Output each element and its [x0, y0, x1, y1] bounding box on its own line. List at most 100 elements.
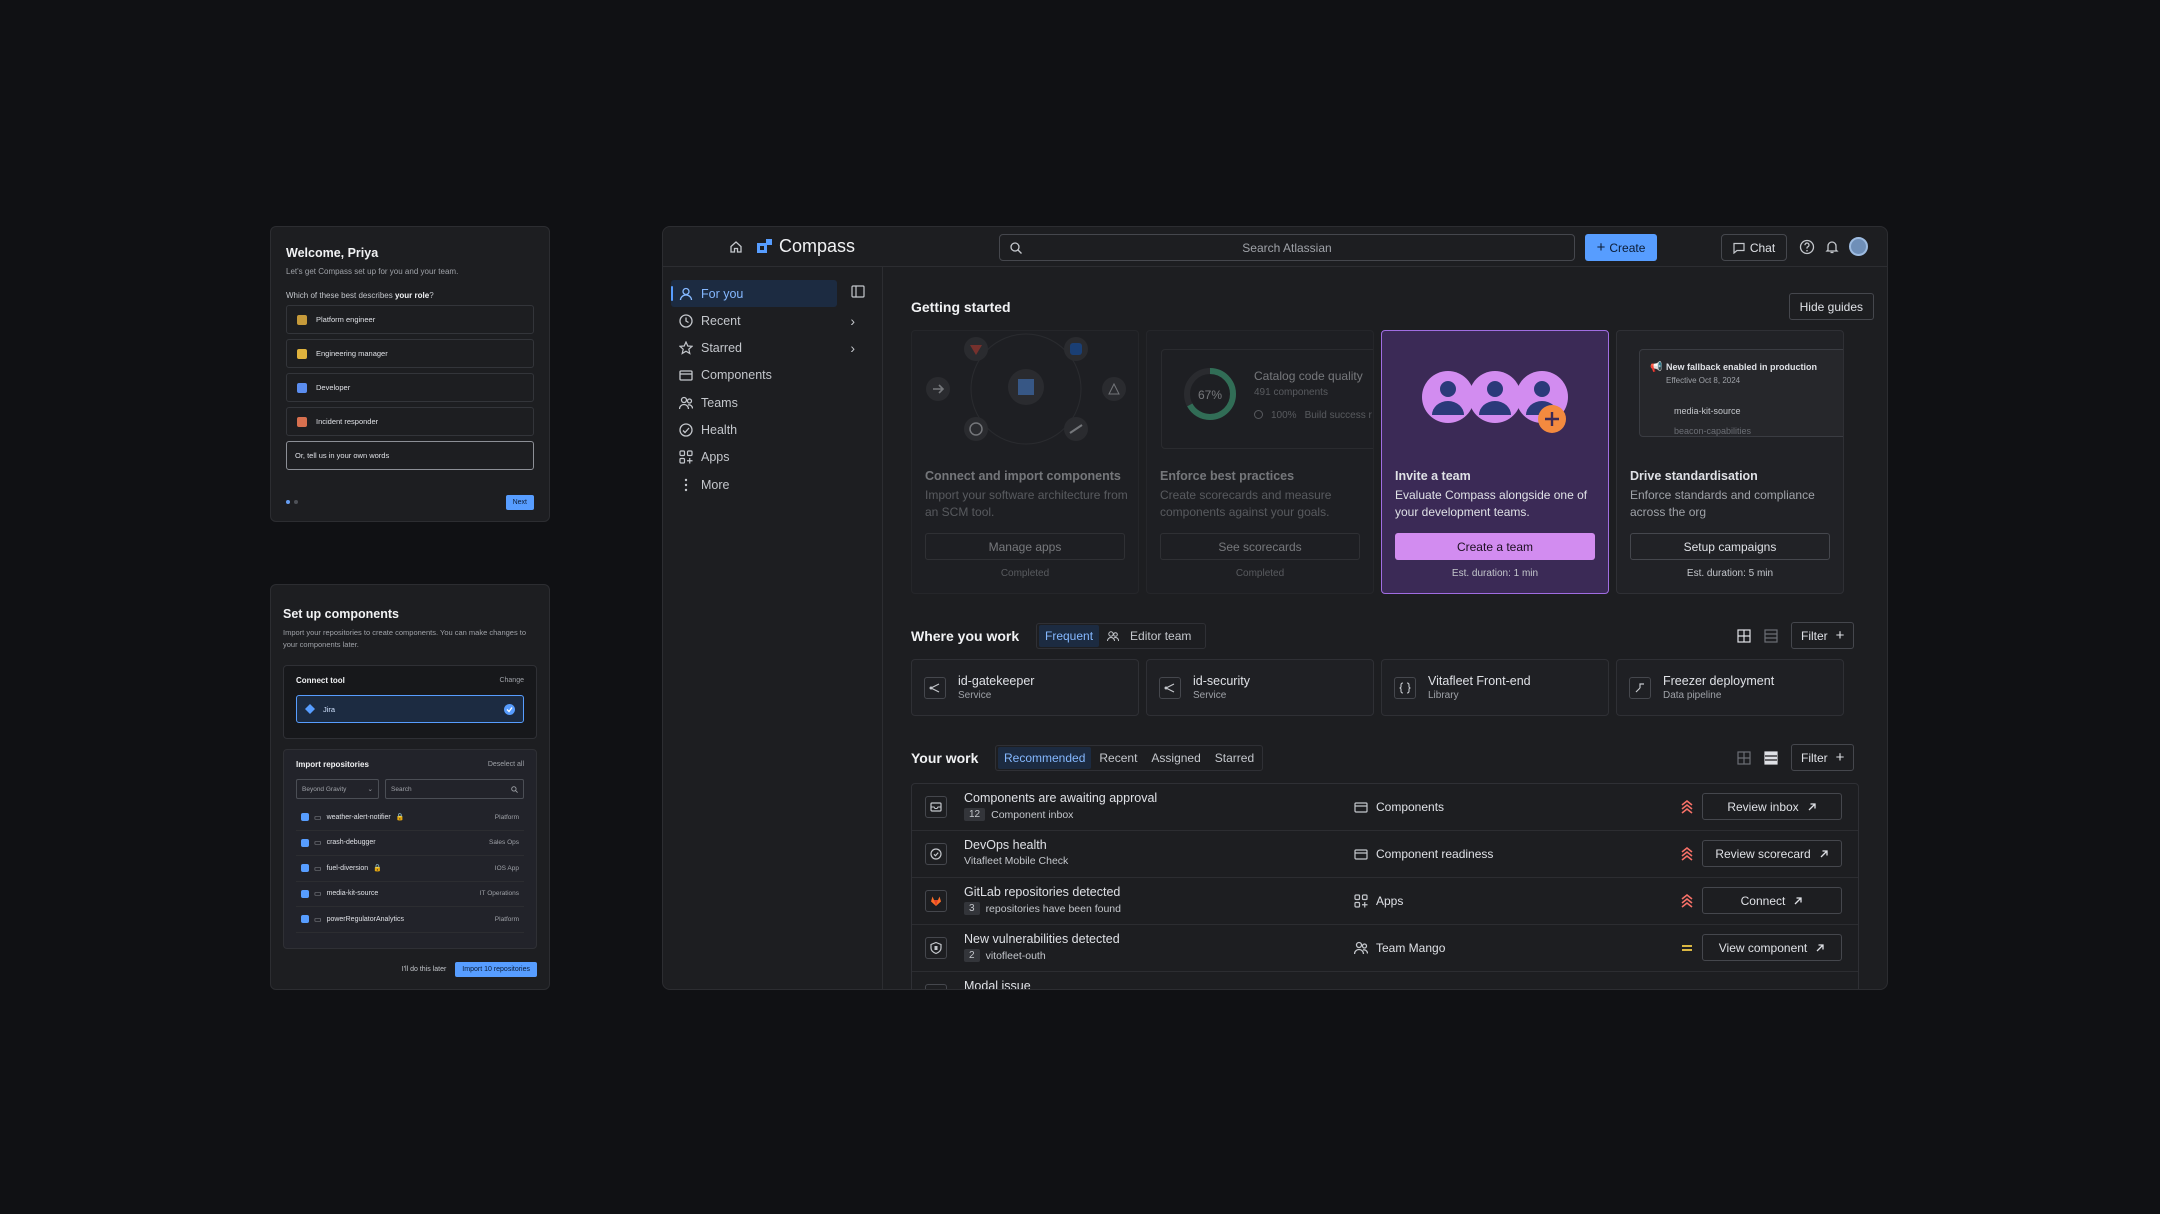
checkbox[interactable]	[301, 813, 309, 822]
sidebar-item-more[interactable]: More	[671, 471, 837, 498]
repo-search-input[interactable]: Search	[385, 779, 524, 799]
role-option-platform-engineer[interactable]: Platform engineer	[286, 305, 534, 334]
list-view-icon[interactable]	[1764, 751, 1778, 765]
checkbox[interactable]	[301, 915, 309, 924]
sidebar-item-for-you[interactable]: For you	[671, 280, 837, 307]
your-work-title: Your work	[911, 750, 979, 766]
where-you-work-filter-button[interactable]: Filter +	[1791, 622, 1855, 649]
work-action-button[interactable]: Review inbox	[1702, 793, 1842, 820]
role-option-engineering-manager[interactable]: Engineering manager	[286, 339, 534, 368]
next-button[interactable]: Next	[505, 494, 534, 510]
search-input[interactable]: Search Atlassian	[999, 234, 1575, 261]
guide-card-status: Completed	[1235, 568, 1285, 579]
role-option-incident-responder[interactable]: Incident responder	[286, 407, 534, 436]
work-title[interactable]: Modal issue	[964, 979, 1031, 989]
deselect-all-link[interactable]: Deselect all	[488, 761, 524, 768]
sidebar-item-recent[interactable]: Recent ›	[671, 307, 855, 334]
grid-view-icon[interactable]	[1737, 751, 1751, 765]
scorecard-icon	[925, 843, 947, 865]
priority-high-icon	[1680, 893, 1694, 909]
guide-card-duration: Est. duration: 5 min	[1686, 568, 1774, 579]
welcome-title: Welcome, Priya	[286, 246, 379, 260]
setup-components-card: Set up components Import your repositori…	[270, 584, 550, 990]
chat-button[interactable]: Chat	[1721, 234, 1787, 261]
work-row: GitLab repositories detected 3 repositorie…	[912, 878, 1858, 925]
sidebar-item-health[interactable]: Health	[671, 417, 837, 444]
work-subtitle: 2 vitofleet-outh	[964, 949, 1046, 962]
component-name: id-security	[1193, 674, 1250, 688]
repo-row[interactable]: ▭ powerRegulatorAnalytics Platform	[296, 907, 524, 933]
sidebar-item-components[interactable]: Components	[671, 362, 837, 389]
see-scorecards-button[interactable]: See scorecards	[1160, 533, 1360, 560]
people-icon	[1354, 941, 1368, 955]
checkbox[interactable]	[301, 864, 309, 873]
checkbox[interactable]	[301, 889, 309, 898]
component-name: id-gatekeeper	[958, 674, 1035, 688]
create-button[interactable]: + Create	[1585, 234, 1657, 261]
connect-tool-section: Connect tool Change Jira	[283, 665, 537, 739]
checkbox[interactable]	[301, 838, 309, 847]
component-card[interactable]: id-gatekeeper Service	[911, 659, 1139, 716]
work-title[interactable]: DevOps health	[964, 838, 1047, 852]
tab-assigned[interactable]: Assigned	[1145, 747, 1206, 769]
collapse-sidebar-icon[interactable]	[851, 285, 865, 298]
work-title[interactable]: New vulnerabilities detected	[964, 932, 1120, 946]
step-indicator	[286, 500, 298, 504]
component-card[interactable]: Vitafleet Front-end Library	[1381, 659, 1609, 716]
manage-apps-button[interactable]: Manage apps	[925, 533, 1125, 560]
tab-frequent[interactable]: Frequent	[1039, 625, 1100, 647]
tab-recent[interactable]: Recent	[1093, 747, 1143, 769]
notification-bell-icon[interactable]	[1824, 239, 1840, 255]
where-you-work-tabs: Frequent Editor team	[1036, 621, 1207, 651]
component-card[interactable]: Freezer deployment Data pipeline	[1616, 659, 1844, 716]
work-subtitle: 3 repositories have been found	[964, 902, 1121, 915]
component-name: Vitafleet Front-end	[1428, 674, 1531, 688]
chevron-right-icon[interactable]: ›	[850, 340, 855, 356]
change-link[interactable]: Change	[499, 677, 524, 684]
work-title[interactable]: Components are awaiting approval	[964, 791, 1157, 805]
home-icon[interactable]	[729, 240, 743, 254]
work-action-button[interactable]: View component	[1702, 934, 1842, 961]
welcome-subtitle: Let's get Compass set up for you and you…	[286, 267, 459, 276]
repo-row[interactable]: ▭ weather-alert-notifier 🔒 Platform	[296, 805, 524, 831]
tab-starred[interactable]: Starred	[1209, 747, 1260, 769]
repo-row[interactable]: ▭ crash-debugger Sales Ops	[296, 831, 524, 856]
avatar[interactable]	[1849, 237, 1868, 256]
compass-logo-icon	[757, 239, 772, 253]
sidebar-item-starred[interactable]: Starred ›	[671, 335, 855, 362]
list-view-icon[interactable]	[1764, 629, 1778, 643]
sidebar: For you Recent › Starred › Components Teams Hea…	[663, 267, 883, 989]
help-icon[interactable]	[1799, 239, 1815, 255]
your-work-filter-button[interactable]: Filter +	[1791, 744, 1855, 771]
jira-tool-option[interactable]: Jira	[296, 695, 524, 723]
hide-guides-button[interactable]: Hide guides	[1788, 293, 1874, 320]
sidebar-item-teams[interactable]: Teams	[671, 389, 837, 416]
guide-card-desc: Create scorecards and measure components…	[1160, 488, 1332, 519]
sidebar-item-apps[interactable]: Apps	[671, 444, 837, 471]
check-icon	[504, 703, 515, 715]
search-icon	[511, 785, 518, 793]
own-words-input[interactable]: Or, tell us in your own words	[286, 441, 534, 470]
engineering-manager-icon	[297, 348, 307, 359]
role-option-developer[interactable]: Developer	[286, 373, 534, 402]
tab-editor-team[interactable]: Editor team	[1101, 621, 1203, 651]
setup-campaigns-button[interactable]: Setup campaigns	[1630, 533, 1830, 560]
create-team-button[interactable]: Create a team	[1395, 533, 1595, 560]
guide-card-invite-team: Invite a team Evaluate Compass alongside…	[1381, 330, 1609, 594]
tab-recommended[interactable]: Recommended	[998, 747, 1092, 769]
component-card[interactable]: id-security Service	[1146, 659, 1374, 716]
repo-row[interactable]: ▭ media-kit-source IT Operations	[296, 882, 524, 907]
repo-row[interactable]: ▭ fuel-diversion 🔒 IOS App	[296, 856, 524, 882]
lock-icon: 🔒	[395, 814, 405, 822]
org-select[interactable]: Beyond Gravity ⌄	[296, 779, 379, 799]
grid-view-icon[interactable]	[1737, 629, 1751, 643]
compass-logo[interactable]: Compass	[757, 236, 855, 257]
work-title[interactable]: GitLab repositories detected	[964, 885, 1120, 899]
connect-tool-label: Connect tool	[296, 676, 345, 685]
later-button[interactable]: I'll do this later	[402, 966, 447, 973]
chevron-right-icon[interactable]: ›	[850, 313, 855, 329]
import-repositories-button[interactable]: Import 10 repositories	[455, 962, 537, 977]
apps-icon	[1354, 894, 1368, 908]
work-action-button[interactable]: Connect	[1702, 887, 1842, 914]
work-action-button[interactable]: Review scorecard	[1702, 840, 1842, 867]
